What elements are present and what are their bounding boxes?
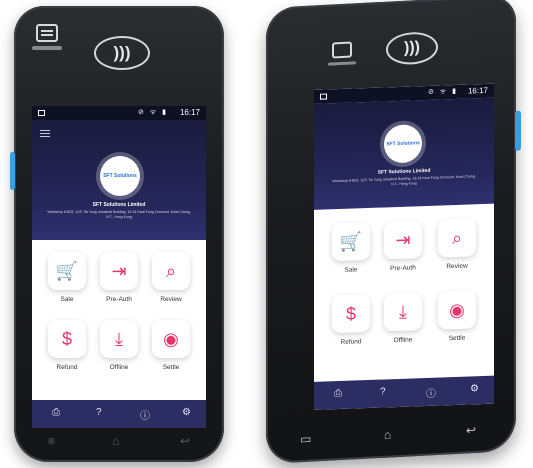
menu-icon[interactable]	[40, 130, 50, 137]
terminal-screen: ⊘ ᯤ ▮ 16:17 SFT Solutions SFT Solutions …	[314, 83, 494, 410]
bottom-nav: ⎙? ⓘ ⚙	[32, 400, 206, 428]
tile-label: Review	[446, 262, 468, 271]
menu-hw-button[interactable]: ≡	[48, 434, 55, 448]
merchant-address: Workshop 8-B03, 11/F, Tai Yung Industria…	[47, 210, 191, 219]
status-icons: ⊘ ᯤ ▮	[138, 109, 168, 116]
pos-terminal-front: ))) ⊘ ᯤ ▮ 16:17 SFT Solutions SFT Soluti…	[10, 6, 224, 462]
search-tile[interactable]: ⌕	[152, 252, 190, 290]
printer-slot-icon	[332, 41, 352, 59]
back-hw-button[interactable]: ↩	[180, 434, 190, 448]
info-icon[interactable]: ⓘ	[426, 385, 436, 400]
refund-tile[interactable]: $	[332, 293, 370, 334]
function-grid: 🛒 Sale ⇥ Pre-Auth ⌕ Review $ Refund ⤓ Offline ◉ Set…	[32, 240, 206, 400]
merchant-logo: SFT Solutions	[100, 156, 140, 196]
printer-icon[interactable]: ⎙	[52, 407, 60, 418]
login-icon: ⇥	[111, 261, 127, 281]
pos-terminal-angled: ))) ⊘ ᯤ ▮ 16:17 SFT Solutions SFT Soluti…	[266, 0, 521, 465]
cart-icon: 🛒	[339, 231, 363, 253]
side-button[interactable]	[515, 110, 521, 151]
tile-label: Settle	[448, 334, 466, 343]
status-time: 16:17	[179, 108, 200, 117]
nfc-contactless-icon: )))	[386, 30, 438, 66]
brand-mark	[328, 61, 356, 66]
terminal-screen: ⊘ ᯤ ▮ 16:17 SFT Solutions SFT Solutions …	[32, 106, 206, 428]
search-tile[interactable]: ⌕	[438, 218, 476, 258]
printer-icon[interactable]: ⎙	[334, 388, 342, 399]
product-photo: ))) ⊘ ᯤ ▮ 16:17 SFT Solutions SFT Soluti…	[0, 0, 533, 468]
home-hw-button[interactable]: ⌂	[384, 427, 391, 441]
cart-tile[interactable]: 🛒	[332, 221, 370, 262]
refund-icon: $	[345, 303, 356, 324]
menu-hw-button[interactable]: ▭	[300, 432, 311, 447]
brand-mark	[32, 46, 62, 50]
refund-icon: $	[61, 329, 72, 349]
tile-label: Refund	[340, 338, 362, 346]
coins-tile[interactable]: ◉	[152, 320, 190, 358]
gear-icon[interactable]: ⚙	[182, 407, 191, 418]
login-tile[interactable]: ⇥	[384, 220, 422, 260]
tile-label: Settle	[162, 364, 180, 371]
login-tile[interactable]: ⇥	[100, 252, 138, 290]
cart-icon: 🛒	[55, 261, 79, 281]
coins-tile[interactable]: ◉	[438, 290, 476, 330]
tile-label: Offline	[393, 336, 413, 345]
gear-icon[interactable]: ⚙	[470, 383, 479, 394]
search-icon: ⌕	[165, 261, 177, 281]
help-icon[interactable]: ?	[380, 386, 386, 397]
tile-label: Pre-Auth	[390, 264, 416, 273]
coins-icon: ◉	[449, 299, 465, 321]
refund-tile[interactable]: $	[48, 320, 86, 358]
back-hw-button[interactable]: ↩	[466, 423, 476, 438]
tile-label: Sale	[60, 296, 74, 303]
cart-tile[interactable]: 🛒	[48, 252, 86, 290]
notification-icon	[320, 93, 327, 100]
search-icon: ⌕	[451, 227, 463, 249]
side-button[interactable]	[10, 152, 15, 190]
download-icon: ⤓	[115, 329, 123, 349]
status-icons: ⊘ ᯤ ▮	[428, 87, 458, 96]
tile-label: Pre-Auth	[106, 296, 132, 303]
coins-icon: ◉	[163, 329, 179, 349]
nfc-contactless-icon: )))	[94, 36, 150, 70]
merchant-header: SFT Solutions SFT Solutions Limited Work…	[314, 97, 494, 210]
function-grid: 🛒 Sale ⇥ Pre-Auth ⌕ Review $ Refund ⤓ Offline ◉ Set…	[314, 204, 494, 382]
merchant-name: SFT Solutions Limited	[92, 202, 146, 208]
info-icon[interactable]: ⓘ	[140, 407, 150, 422]
download-tile[interactable]: ⤓	[384, 292, 422, 332]
tile-label: Refund	[56, 364, 78, 371]
notification-icon	[38, 110, 45, 116]
status-time: 16:17	[467, 85, 488, 96]
help-icon[interactable]: ?	[96, 407, 102, 418]
tile-label: Offline	[109, 364, 129, 371]
status-bar: ⊘ ᯤ ▮ 16:17	[32, 106, 206, 120]
home-hw-button[interactable]: ⌂	[112, 434, 119, 448]
printer-slot-icon	[36, 24, 58, 42]
merchant-header: SFT Solutions SFT Solutions Limited Work…	[32, 120, 206, 240]
login-icon: ⇥	[395, 229, 411, 251]
download-icon: ⤓	[399, 301, 407, 322]
download-tile[interactable]: ⤓	[100, 320, 138, 358]
tile-label: Sale	[344, 266, 358, 274]
tile-label: Review	[160, 296, 182, 303]
bottom-nav: ⎙? ⓘ ⚙	[314, 375, 494, 410]
merchant-logo: SFT Solutions	[384, 124, 422, 164]
